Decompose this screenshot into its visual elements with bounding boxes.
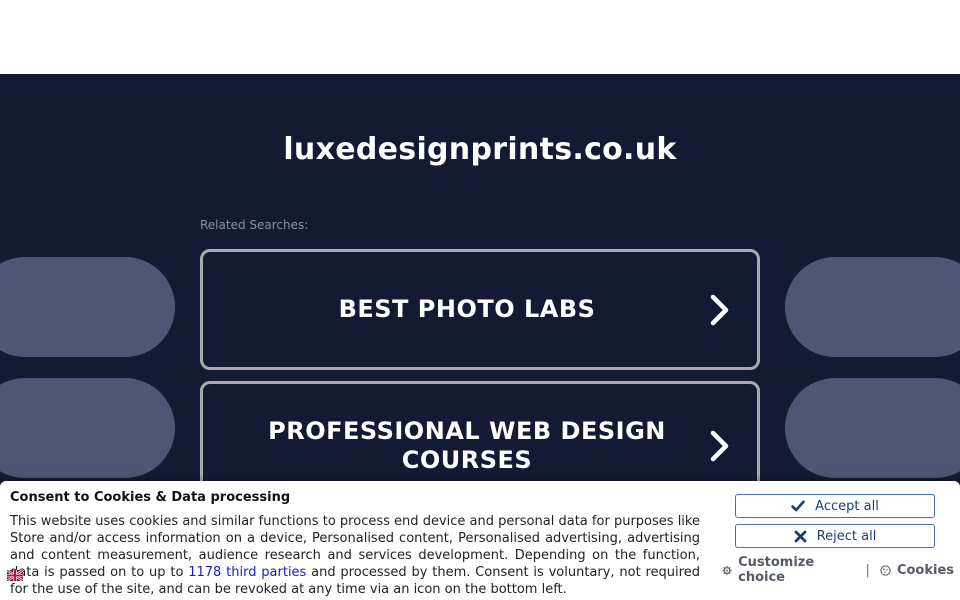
- related-search-label: PROFESSIONAL WEB DESIGN COURSES: [268, 417, 666, 474]
- gear-icon: [722, 565, 732, 575]
- link-separator: |: [865, 562, 870, 578]
- uk-flag-icon[interactable]: [7, 570, 23, 581]
- decorative-pill-right-bottom: [785, 378, 960, 478]
- cookie-consent-banner: Consent to Cookies & Data processing Thi…: [0, 481, 960, 600]
- cookies-label: Cookies: [896, 562, 954, 578]
- close-icon: [794, 530, 807, 542]
- decorative-pill-left-bottom: [0, 378, 175, 478]
- reject-all-label: Reject all: [816, 528, 877, 544]
- cookie-icon: [880, 564, 891, 576]
- accept-all-button[interactable]: Accept all: [735, 494, 935, 518]
- decorative-pill-left-top: [0, 257, 175, 357]
- third-parties-link[interactable]: 1178 third parties: [188, 565, 306, 580]
- chevron-right-icon: [710, 294, 729, 325]
- related-search-button[interactable]: BEST PHOTO LABS: [200, 249, 760, 370]
- customize-choice-link[interactable]: Customize choice: [722, 555, 856, 585]
- consent-text: This website uses cookies and similar fu…: [10, 513, 700, 598]
- related-search-label: BEST PHOTO LABS: [338, 295, 596, 323]
- cookies-link[interactable]: Cookies: [880, 563, 954, 578]
- domain-title: luxedesignprints.co.uk: [283, 132, 677, 167]
- consent-title: Consent to Cookies & Data processing: [10, 490, 291, 505]
- reject-all-button[interactable]: Reject all: [735, 524, 935, 548]
- customize-choice-label: Customize choice: [738, 555, 815, 585]
- check-icon: [791, 500, 805, 512]
- top-blank-strip: [0, 0, 960, 74]
- consent-links: Customize choice | Cookies: [722, 555, 954, 585]
- related-searches-label: Related Searches:: [200, 218, 309, 232]
- accept-all-label: Accept all: [815, 498, 879, 514]
- chevron-right-icon: [710, 430, 729, 462]
- decorative-pill-right-top: [785, 257, 960, 357]
